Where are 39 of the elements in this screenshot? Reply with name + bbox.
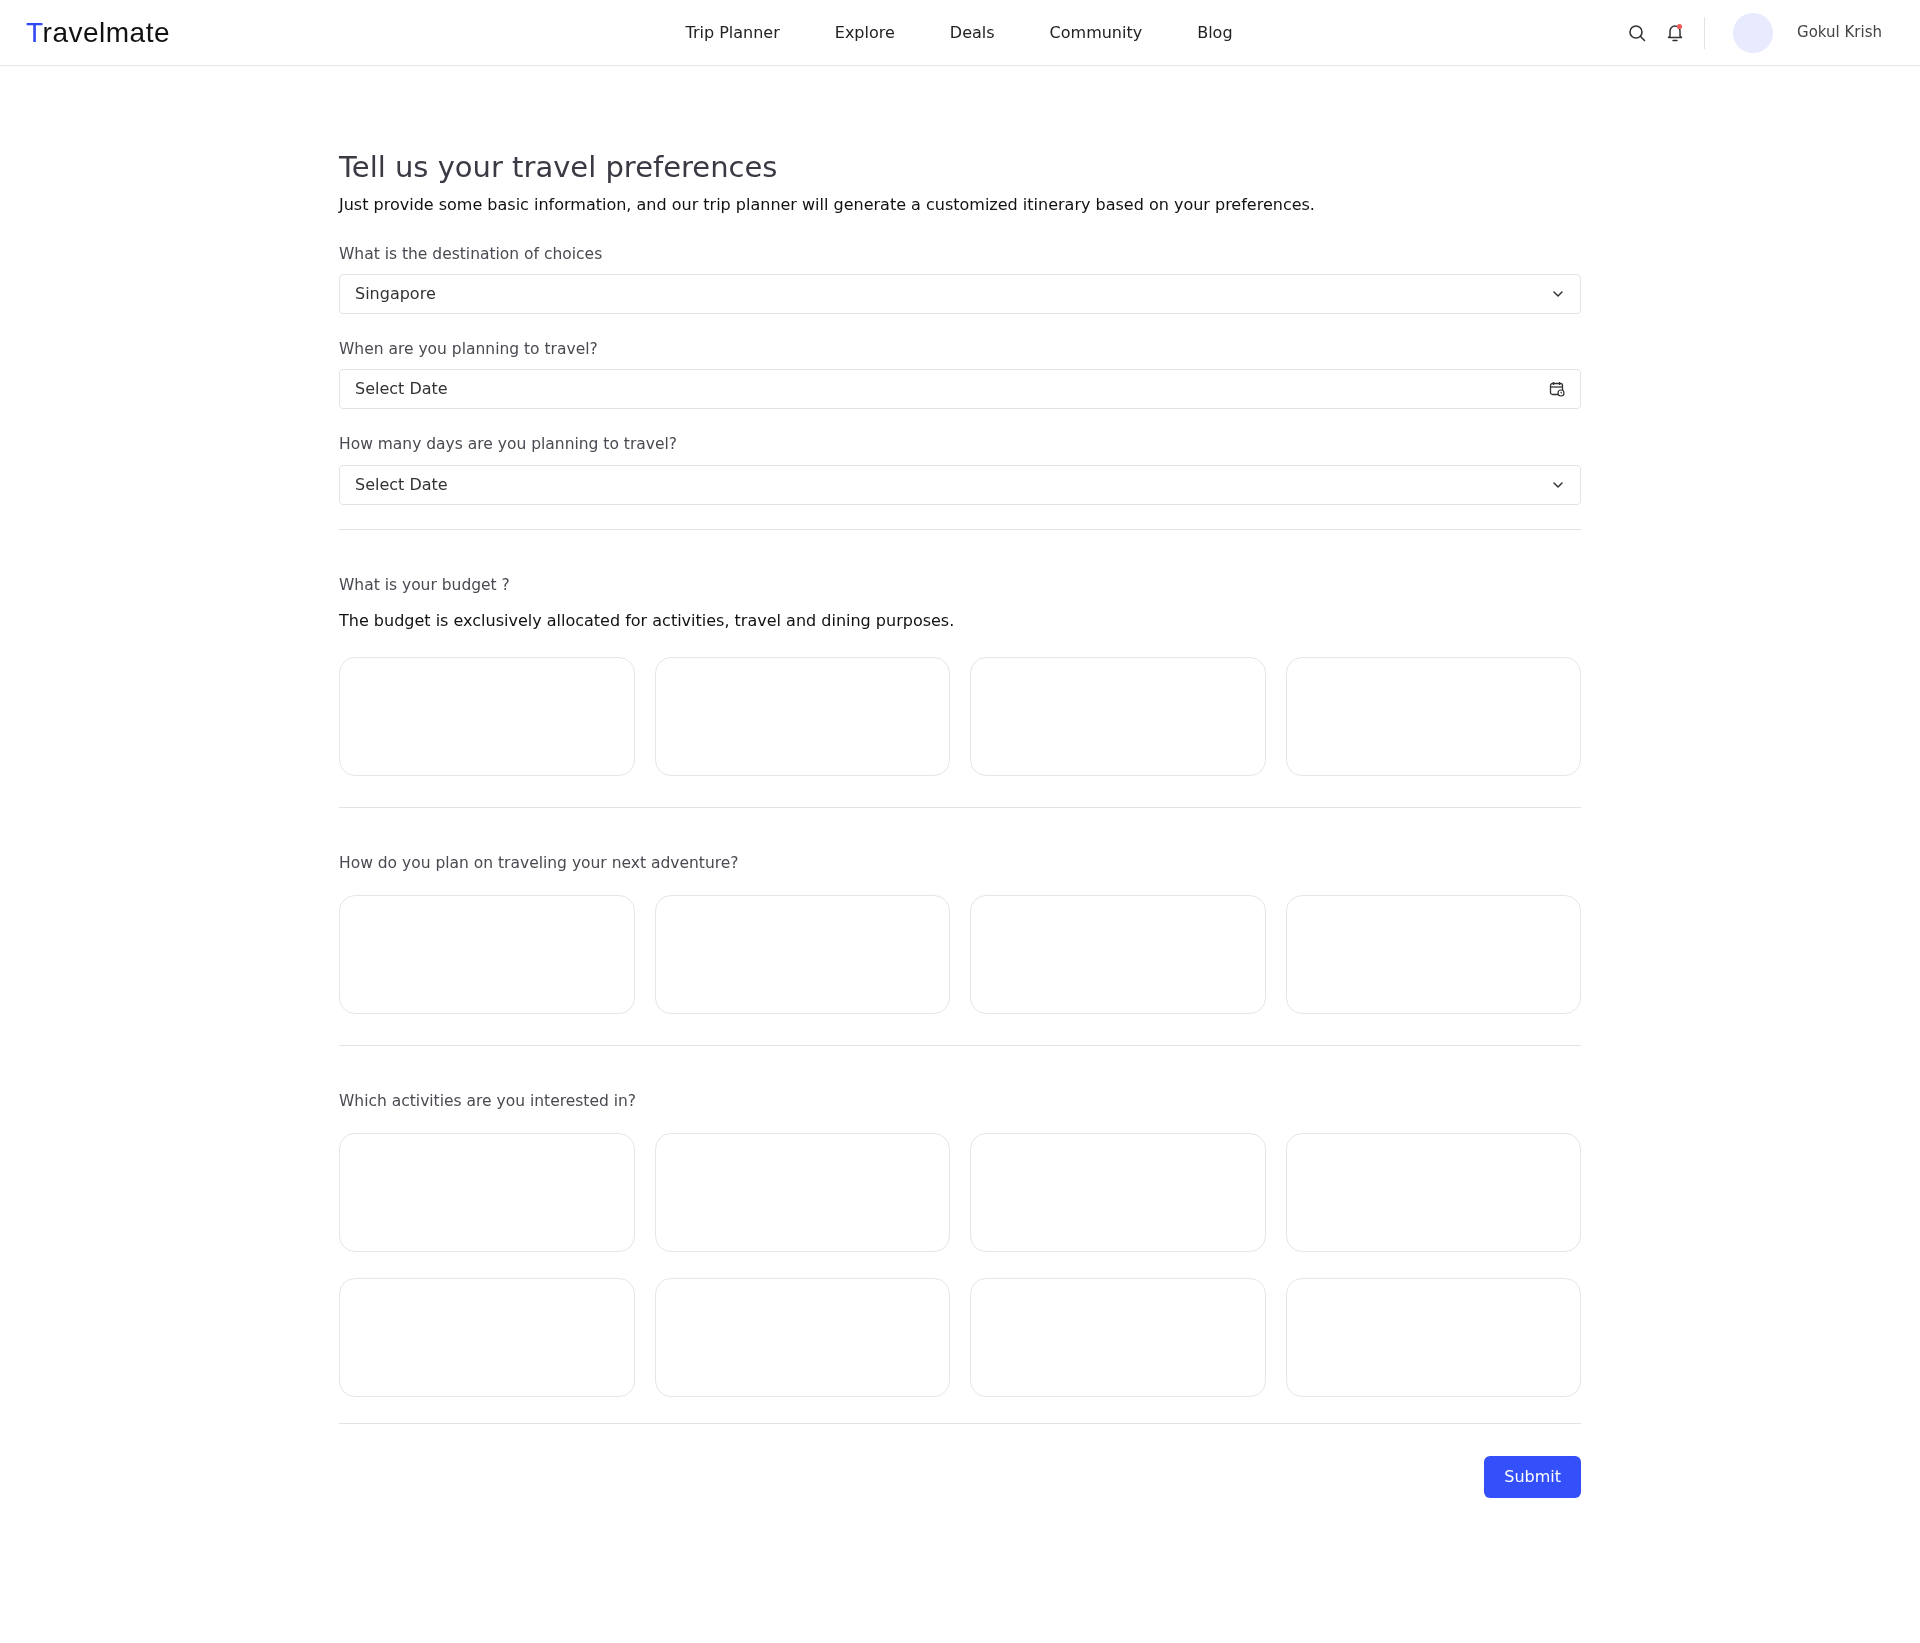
search-icon[interactable]	[1628, 23, 1647, 42]
option-card[interactable]	[970, 895, 1266, 1015]
nav-link[interactable]: Explore	[834, 20, 895, 45]
section-label: Which activities are you interested in?	[339, 1091, 638, 1113]
option-card[interactable]	[1285, 1133, 1581, 1253]
option-card[interactable]	[339, 656, 635, 776]
option-card[interactable]	[1285, 1278, 1581, 1398]
option-card[interactable]	[970, 1133, 1266, 1253]
option-card[interactable]	[970, 1278, 1266, 1398]
section-note: The budget is exclusively allocated for activities, travel and dining purposes.	[339, 609, 956, 632]
field-label: How many days are you planning to travel?	[339, 434, 679, 456]
user-name[interactable]: Gokul Krish	[1797, 21, 1882, 44]
nav-link[interactable]: Trip Planner	[685, 20, 780, 45]
submit-button[interactable]: Submit	[1484, 1456, 1581, 1499]
date-field[interactable]: Select Date	[339, 369, 1581, 410]
option-card[interactable]	[339, 895, 635, 1015]
field-label: When are you planning to travel?	[339, 339, 599, 361]
section-label: What is your budget ?	[339, 574, 511, 596]
option-card[interactable]	[654, 656, 950, 776]
calendar-icon	[1549, 381, 1565, 398]
nav-link[interactable]: Community	[1049, 20, 1143, 45]
option-card[interactable]	[654, 895, 950, 1015]
option-card[interactable]	[339, 1278, 635, 1398]
option-card[interactable]	[1285, 656, 1581, 776]
select-field[interactable]: Select Date	[339, 464, 1581, 505]
option-card[interactable]	[654, 1133, 950, 1253]
option-card[interactable]	[654, 1278, 950, 1398]
nav-link[interactable]: Deals	[949, 20, 995, 45]
select-field[interactable]: Singapore	[339, 274, 1581, 315]
intro-text: Just provide some basic information, and our trip planner will generate a customized itinerary based on your preferences.	[339, 193, 1316, 216]
page-title: Tell us your travel preferences	[339, 150, 779, 185]
section-label: How do you plan on traveling your next adventure?	[339, 852, 740, 874]
logo[interactable]: Travelmate	[26, 11, 170, 54]
field-label: What is the destination of choices	[339, 243, 604, 265]
notification-bell-icon[interactable]	[1666, 23, 1685, 42]
option-card[interactable]	[970, 656, 1266, 776]
nav-link[interactable]: Blog	[1197, 20, 1233, 45]
option-card[interactable]	[339, 1133, 635, 1253]
option-card[interactable]	[1285, 895, 1581, 1015]
